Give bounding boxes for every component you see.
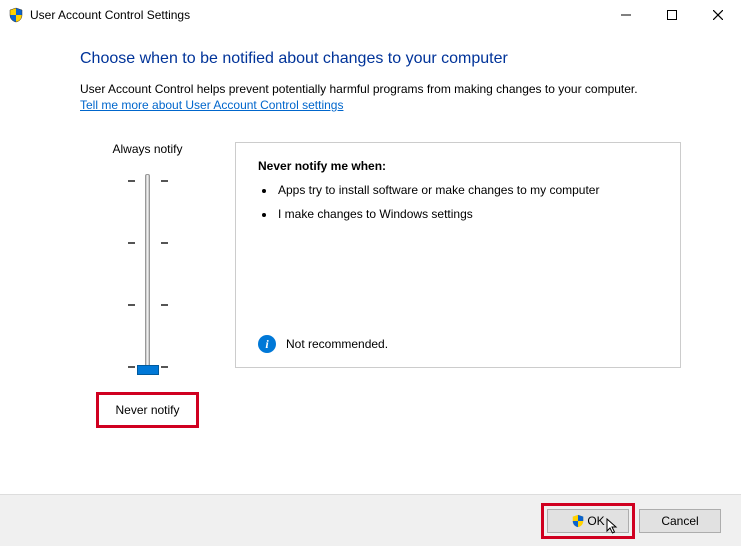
window-controls — [603, 0, 741, 30]
page-heading: Choose when to be notified about changes… — [80, 50, 681, 68]
panel-bullet: I make changes to Windows settings — [276, 207, 658, 221]
title-bar: User Account Control Settings — [0, 0, 741, 30]
cursor-icon — [606, 518, 622, 536]
notification-slider[interactable] — [128, 174, 168, 374]
ok-button-label: OK — [587, 514, 604, 528]
panel-bullet: Apps try to install software or make cha… — [276, 183, 658, 197]
slider-thumb[interactable] — [137, 365, 159, 375]
slider-label-top: Always notify — [112, 142, 182, 156]
uac-shield-icon — [571, 514, 585, 528]
cancel-button[interactable]: Cancel — [639, 509, 721, 533]
content-area: Choose when to be notified about changes… — [0, 30, 741, 428]
help-link[interactable]: Tell me more about User Account Control … — [80, 98, 343, 112]
panel-heading: Never notify me when: — [258, 159, 658, 173]
minimize-button[interactable] — [603, 0, 649, 30]
window-title: User Account Control Settings — [30, 8, 190, 22]
cancel-button-label: Cancel — [661, 514, 698, 528]
page-description: User Account Control helps prevent poten… — [80, 82, 681, 96]
close-button[interactable] — [695, 0, 741, 30]
ok-button[interactable]: OK — [547, 509, 629, 533]
dialog-button-bar: OK Cancel — [0, 494, 741, 546]
info-panel: Never notify me when: Apps try to instal… — [235, 142, 681, 368]
slider-label-bottom-highlight: Never notify — [96, 392, 198, 428]
maximize-button[interactable] — [649, 0, 695, 30]
slider-label-bottom: Never notify — [115, 403, 179, 417]
uac-shield-icon — [8, 7, 24, 23]
slider-column: Always notify Never notify — [80, 142, 215, 428]
info-icon: i — [258, 335, 276, 353]
panel-footer-text: Not recommended. — [286, 337, 388, 351]
